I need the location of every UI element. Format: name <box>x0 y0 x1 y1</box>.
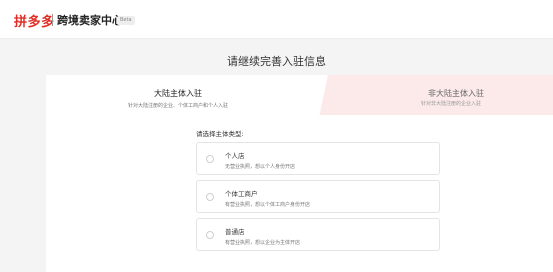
option-title: 个人店 <box>225 152 245 160</box>
tab-non-mainland-title[interactable]: 非大陆主体入驻 <box>428 88 484 99</box>
option-description: 有营业执照，想以个体工商户身份开店 <box>225 202 311 208</box>
radio-personal-store[interactable] <box>206 155 214 163</box>
option-title: 普通店 <box>225 228 245 236</box>
tab-mainland-title[interactable]: 大陆主体入驻 <box>154 88 202 99</box>
beta-badge: Beta <box>117 16 135 25</box>
site-title: 跨境卖家中心 <box>57 14 123 27</box>
registration-card: 大陆主体入驻 针对大陆注册的企业、个体工商户和个人入驻 非大陆主体入驻 针对非大… <box>46 75 553 272</box>
radio-regular-store[interactable] <box>206 231 214 239</box>
option-personal-store[interactable]: 个人店 无营业执照，想以个人身份开店 <box>196 142 440 175</box>
option-regular-store[interactable]: 普通店 有营业执照，想以企业为主体开店 <box>196 218 440 251</box>
tab-non-mainland-subtitle: 针对非大陆注册的企业入驻 <box>421 101 482 107</box>
option-description: 无营业执照，想以个人身份开店 <box>225 164 296 170</box>
page-heading: 请继续完善入驻信息 <box>227 55 326 68</box>
option-individual-business[interactable]: 个体工商户 有营业执照，想以个体工商户身份开店 <box>196 180 440 213</box>
option-description: 有营业执照，想以企业为主体开店 <box>225 240 301 246</box>
tab-mainland-subtitle: 针对大陆注册的企业、个体工商户和个人入驻 <box>128 103 229 109</box>
pinduoduo-logo[interactable]: 拼多多 <box>14 11 55 30</box>
entity-type-prompt: 请选择主体类型: <box>196 130 244 138</box>
top-bar: 拼多多 跨境卖家中心 Beta <box>0 0 553 39</box>
logo-divider <box>52 14 53 26</box>
radio-individual-business[interactable] <box>206 193 214 201</box>
option-title: 个体工商户 <box>225 190 258 198</box>
